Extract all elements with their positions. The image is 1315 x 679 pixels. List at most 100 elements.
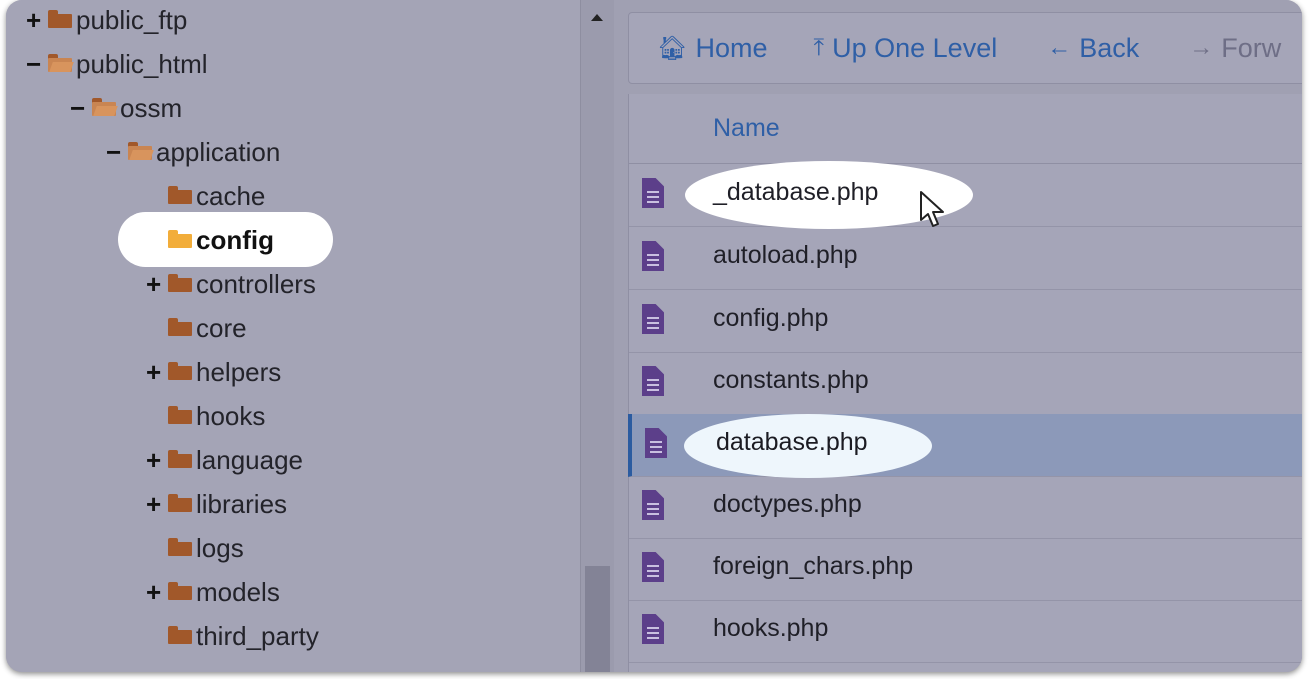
php-file-icon: [645, 428, 667, 458]
php-file-icon: [642, 304, 664, 334]
name-column-header[interactable]: Name: [713, 114, 780, 143]
tree-item-controllers[interactable]: + controllers: [146, 264, 316, 304]
folder-icon: [48, 10, 72, 28]
folder-tree: + public_ftp − public_html − ossm − appl…: [6, 0, 580, 672]
table-row[interactable]: config.php: [629, 290, 1302, 353]
tree-item-label: third_party: [196, 620, 319, 651]
tree-item-label: controllers: [196, 268, 316, 299]
level-up-icon: ⤒: [813, 34, 825, 61]
folder-icon: [168, 318, 192, 336]
tree-item-label: application: [156, 136, 281, 167]
tree-scrollbar[interactable]: [580, 0, 615, 672]
forward-button[interactable]: → Forw: [1189, 33, 1281, 64]
file-name: config.php: [713, 304, 829, 332]
file-name: hooks.php: [713, 614, 829, 642]
tree-item-label: config: [196, 224, 274, 255]
arrow-right-icon: →: [1189, 34, 1214, 61]
file-name: autoload.php: [713, 241, 858, 269]
folder-icon: [168, 450, 192, 468]
file-name: doctypes.php: [713, 490, 862, 518]
expand-icon[interactable]: +: [146, 445, 168, 476]
tree-item-application[interactable]: − application: [106, 132, 280, 172]
up-label: Up One Level: [832, 32, 998, 63]
folder-icon: [168, 274, 192, 292]
tree-item-label: cache: [196, 180, 266, 211]
back-button[interactable]: ← Back: [1047, 33, 1139, 64]
folder-icon: [168, 626, 192, 644]
file-name: _database.php: [713, 178, 879, 206]
table-row[interactable]: constants.php: [629, 352, 1302, 415]
tree-item-core[interactable]: core: [146, 308, 247, 348]
tree-item-hooks[interactable]: hooks: [146, 396, 265, 436]
table-header: Name: [629, 94, 1302, 164]
scroll-up-arrow-icon[interactable]: [591, 14, 603, 21]
table-row[interactable]: foreign_chars.php: [629, 538, 1302, 601]
table-row[interactable]: _database.php: [629, 161, 1302, 229]
folder-icon: [168, 230, 192, 248]
folder-icon: [168, 186, 192, 204]
up-one-level-button[interactable]: ⤒ Up One Level: [814, 33, 998, 64]
collapse-icon[interactable]: −: [26, 49, 48, 80]
collapse-icon[interactable]: −: [106, 137, 128, 168]
tree-item-label: libraries: [196, 488, 288, 519]
file-name: constants.php: [713, 366, 869, 394]
home-label: Home: [695, 32, 768, 63]
php-file-icon: [642, 366, 664, 396]
forward-label: Forw: [1221, 32, 1282, 63]
tree-item-label: core: [196, 312, 247, 343]
file-list-pane: 🏠︎ Home ⤒ Up One Level ← Back → Forw Nam…: [614, 0, 1302, 672]
expand-icon[interactable]: +: [146, 357, 168, 388]
folder-icon: [168, 362, 192, 380]
tree-item-logs[interactable]: logs: [146, 528, 244, 568]
tree-item-label: logs: [196, 532, 244, 563]
tree-item-libraries[interactable]: + libraries: [146, 484, 287, 524]
back-label: Back: [1079, 32, 1140, 63]
expand-icon[interactable]: +: [146, 269, 168, 300]
tree-item-config[interactable]: config: [146, 220, 274, 260]
folder-open-icon: [48, 54, 74, 72]
table-row[interactable]: hooks.php: [629, 600, 1302, 663]
folder-icon: [168, 494, 192, 512]
tree-item-public-html[interactable]: − public_html: [26, 44, 208, 84]
tree-item-label: public_ftp: [76, 4, 188, 35]
tree-item-helpers[interactable]: + helpers: [146, 352, 281, 392]
folder-icon: [168, 406, 192, 424]
tree-item-label: models: [196, 576, 280, 607]
tree-item-label: ossm: [120, 92, 183, 123]
folder-open-icon: [92, 98, 118, 116]
home-icon: 🏠︎: [657, 34, 688, 62]
file-manager-window: + public_ftp − public_html − ossm − appl…: [6, 0, 1302, 672]
tree-item-ossm[interactable]: − ossm: [70, 88, 182, 128]
tree-item-models[interactable]: + models: [146, 572, 280, 612]
table-row[interactable]: autoload.php: [629, 227, 1302, 290]
php-file-icon: [642, 241, 664, 271]
folder-icon: [168, 582, 192, 600]
expand-icon[interactable]: +: [146, 577, 168, 608]
tree-item-label: public_html: [76, 48, 208, 79]
file-name: database.php: [716, 428, 868, 456]
tree-item-public-ftp[interactable]: + public_ftp: [26, 0, 187, 40]
arrow-left-icon: ←: [1047, 34, 1072, 61]
tree-item-label: helpers: [196, 356, 282, 387]
tree-item-label: hooks: [196, 400, 266, 431]
table-row-selected[interactable]: database.php: [628, 414, 1302, 478]
file-name: foreign_chars.php: [713, 552, 914, 580]
tree-item-cache[interactable]: cache: [146, 176, 265, 216]
php-file-icon: [642, 490, 664, 520]
home-button[interactable]: 🏠︎ Home: [657, 33, 768, 64]
tree-item-language[interactable]: + language: [146, 440, 303, 480]
php-file-icon: [642, 552, 664, 582]
expand-icon[interactable]: +: [26, 5, 48, 36]
php-file-icon: [642, 178, 664, 208]
folder-icon: [168, 538, 192, 556]
folder-open-icon: [128, 142, 154, 160]
tree-item-label: language: [196, 444, 303, 475]
tree-item-third-party[interactable]: third_party: [146, 616, 319, 656]
expand-icon[interactable]: +: [146, 489, 168, 520]
collapse-icon[interactable]: −: [70, 93, 92, 124]
mouse-cursor-icon: [920, 191, 944, 227]
scroll-thumb[interactable]: [585, 566, 610, 672]
file-table: Name _database.php autoload.php config.p…: [628, 94, 1302, 672]
navigation-toolbar: 🏠︎ Home ⤒ Up One Level ← Back → Forw: [628, 12, 1302, 84]
table-row[interactable]: doctypes.php: [629, 476, 1302, 539]
